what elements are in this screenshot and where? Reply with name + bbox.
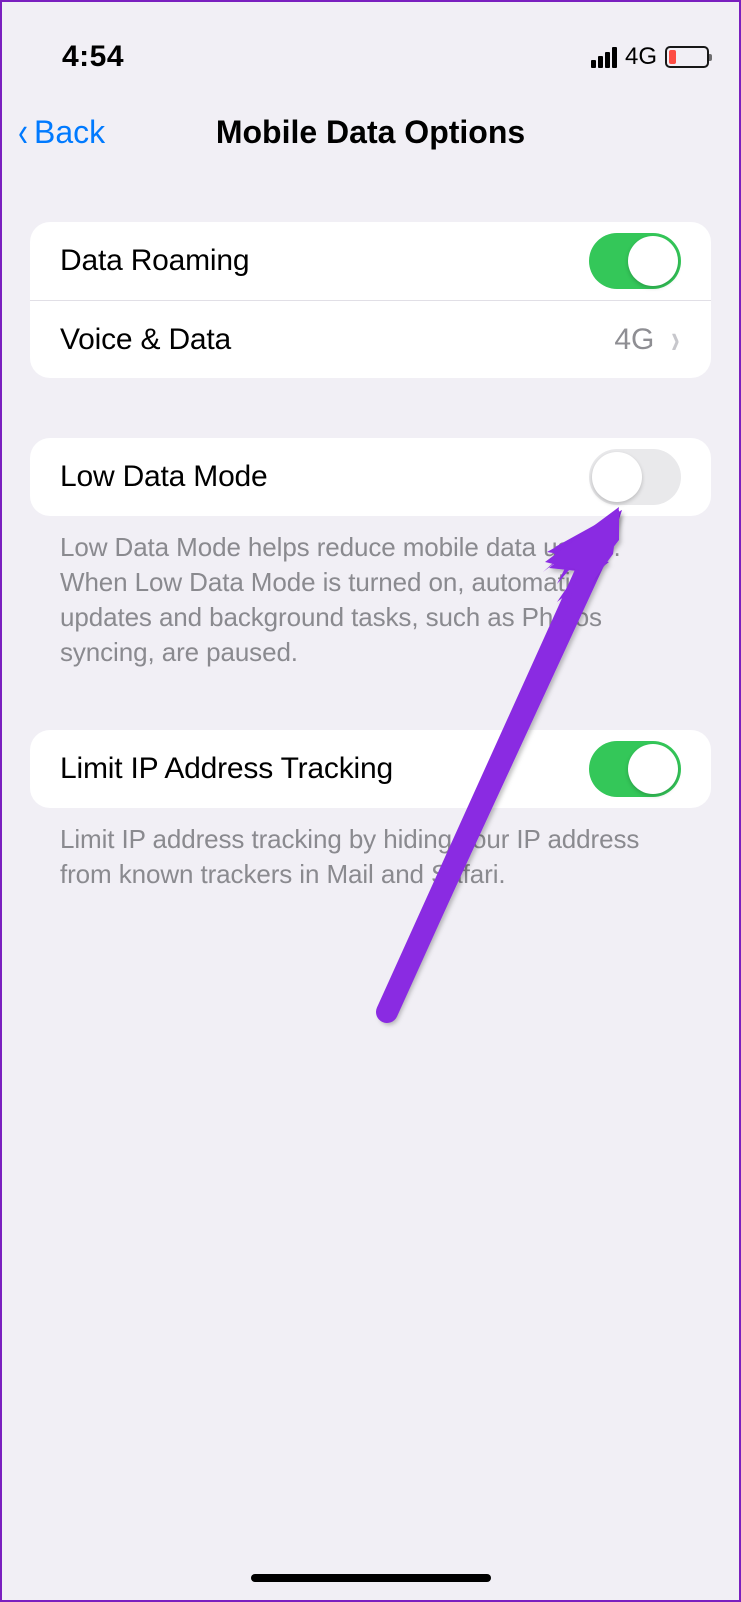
settings-group: Low Data Mode — [30, 438, 711, 516]
row-value: 4G — [614, 323, 654, 357]
limit-ip-tracking-toggle[interactable] — [589, 741, 681, 797]
settings-group: Data Roaming Voice & Data 4G › — [30, 222, 711, 378]
settings-group: Limit IP Address Tracking — [30, 730, 711, 808]
row-label: Data Roaming — [60, 244, 249, 278]
low-data-footer: Low Data Mode helps reduce mobile data u… — [30, 516, 711, 670]
network-type: 4G — [625, 43, 657, 71]
nav-bar: ‹ Back Mobile Data Options — [2, 92, 739, 172]
page-title: Mobile Data Options — [2, 114, 739, 151]
limit-ip-footer: Limit IP address tracking by hiding your… — [30, 808, 711, 892]
settings-content: Data Roaming Voice & Data 4G › Low Data … — [2, 172, 739, 893]
limit-ip-tracking-row[interactable]: Limit IP Address Tracking — [30, 730, 711, 808]
back-label: Back — [34, 114, 105, 151]
low-data-mode-row[interactable]: Low Data Mode — [30, 438, 711, 516]
chevron-left-icon: ‹ — [18, 111, 28, 153]
chevron-right-icon: › — [671, 315, 680, 363]
data-roaming-toggle[interactable] — [589, 233, 681, 289]
row-label: Limit IP Address Tracking — [60, 752, 393, 786]
home-indicator[interactable] — [251, 1574, 491, 1582]
status-bar: 4:54 4G — [2, 2, 739, 82]
cellular-signal-icon — [591, 46, 617, 68]
row-label: Voice & Data — [60, 323, 231, 357]
data-roaming-row[interactable]: Data Roaming — [30, 222, 711, 300]
row-label: Low Data Mode — [60, 460, 268, 494]
back-button[interactable]: ‹ Back — [2, 111, 105, 153]
status-time: 4:54 — [62, 40, 124, 74]
battery-icon — [665, 46, 709, 68]
low-data-mode-toggle[interactable] — [589, 449, 681, 505]
status-indicators: 4G — [591, 43, 709, 71]
voice-and-data-row[interactable]: Voice & Data 4G › — [30, 300, 711, 378]
